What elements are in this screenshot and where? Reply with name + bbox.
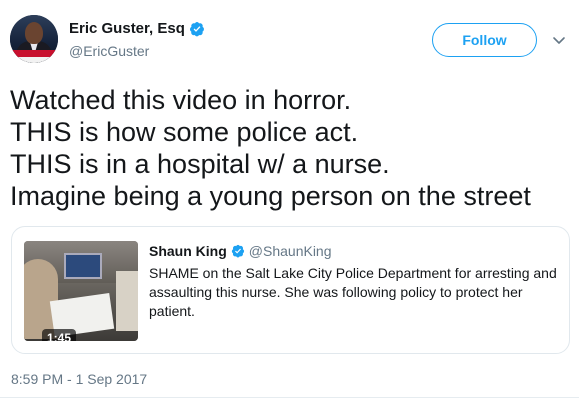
quoted-tweet[interactable]: 1:45 Shaun King @ShaunKing SHAME on the … xyxy=(11,226,570,354)
tweet-line: THIS is in a hospital w/ a nurse. xyxy=(10,149,390,179)
avatar-news-ticker xyxy=(10,50,58,57)
avatar-news-ticker-strip xyxy=(10,57,58,63)
tweet-line: Watched this video in horror. xyxy=(10,85,352,115)
tweet-line: Imagine being a young person on the stre… xyxy=(10,181,531,211)
author-display-name[interactable]: Eric Guster, Esq xyxy=(69,20,185,37)
verified-badge-icon xyxy=(231,244,244,258)
tweet-card: Eric Guster, Esq @EricGuster Follow Watc… xyxy=(0,0,579,402)
chevron-down-icon[interactable] xyxy=(552,33,566,47)
video-duration-badge: 1:45 xyxy=(42,329,77,341)
quoted-text: SHAME on the Salt Lake City Police Depar… xyxy=(149,265,557,319)
verified-badge-icon xyxy=(189,21,204,36)
quoted-handle[interactable]: @ShaunKing xyxy=(249,243,332,259)
tweet-timestamp[interactable]: 8:59 PM - 1 Sep 2017 xyxy=(11,371,147,387)
quoted-header: Shaun King @ShaunKing xyxy=(149,243,332,259)
divider xyxy=(0,397,579,398)
author-handle[interactable]: @EricGuster xyxy=(69,43,149,59)
thumbnail-figure xyxy=(116,271,138,331)
author-name-line: Eric Guster, Esq xyxy=(69,20,205,37)
thumbnail-monitor xyxy=(64,253,102,279)
video-thumbnail[interactable]: 1:45 xyxy=(24,241,138,341)
quoted-display-name[interactable]: Shaun King xyxy=(149,243,227,259)
avatar-head xyxy=(25,22,43,44)
tweet-line: THIS is how some police act. xyxy=(10,117,359,147)
follow-button[interactable]: Follow xyxy=(432,23,537,57)
author-avatar[interactable] xyxy=(10,15,58,63)
tweet-text: Watched this video in horror. THIS is ho… xyxy=(10,84,570,212)
